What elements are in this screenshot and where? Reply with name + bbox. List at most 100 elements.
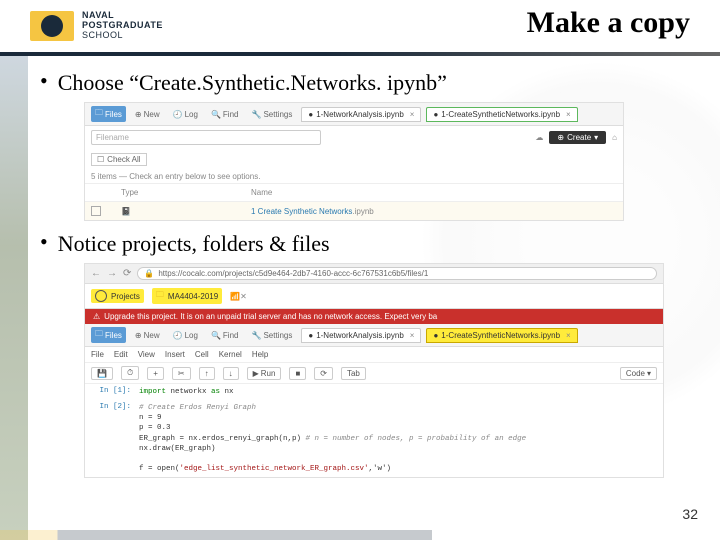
timetravel-icon-button[interactable]: ⏱ xyxy=(121,366,139,380)
table-row[interactable]: 📓 1 Create Synthetic Networks.ipynb xyxy=(85,202,623,220)
bullet-1: • Choose “Create.Synthetic.Networks. ipy… xyxy=(40,70,690,96)
files-label: Files xyxy=(105,331,122,340)
cell1-code: import networkx as nx xyxy=(139,387,657,397)
tab2-label: 1-CreateSyntheticNetworks.ipynb xyxy=(441,110,560,119)
url-bar[interactable]: 🔒 https://cocalc.com/projects/c5d9e464-2… xyxy=(137,267,657,280)
restart-button[interactable]: ⟳ xyxy=(314,367,333,380)
home-icon[interactable]: ⌂ xyxy=(612,133,617,142)
projects-label: Projects xyxy=(111,292,140,301)
settings-label: Settings xyxy=(263,331,292,340)
new-button[interactable]: ⊕New xyxy=(131,330,164,341)
jupyter-action-bar: 💾 ⏱ + ✂ ↑ ↓ ▶ Run ■ ⟳ Tab Code ▾ xyxy=(85,363,663,384)
files-button[interactable]: 🗀Files xyxy=(91,327,126,343)
cocalc-toolbar-2: 🗀Files ⊕New 🕘Log 🔍Find 🔧Settings ●1-Netw… xyxy=(85,324,663,347)
project-name: MA4404-2019 xyxy=(168,292,218,301)
bullet-1-text: Choose “Create.Synthetic.Networks. ipynb… xyxy=(58,70,447,96)
close-icon[interactable]: × xyxy=(566,110,571,119)
run-label: Run xyxy=(261,369,276,378)
tab-button[interactable]: Tab xyxy=(341,367,366,380)
jupyter-icon: ● xyxy=(308,110,313,119)
menu-help[interactable]: Help xyxy=(252,350,268,359)
bullet-dot-icon: • xyxy=(40,231,48,253)
folder-icon: 🗀 xyxy=(156,289,164,303)
bullet-2: • Notice projects, folders & files xyxy=(40,231,690,257)
tab-label: Tab xyxy=(347,369,360,378)
inst-line3: SCHOOL xyxy=(82,31,163,41)
projects-link-highlighted[interactable]: Projects xyxy=(91,289,144,303)
tab-network-analysis[interactable]: ●1-NetworkAnalysis.ipynb× xyxy=(301,107,421,122)
files-label: Files xyxy=(105,110,122,119)
wifi-off-icon: 📶✕ xyxy=(230,292,247,301)
save-icon-button[interactable]: 💾 xyxy=(91,367,113,380)
wrench-icon: 🔧 xyxy=(251,110,261,119)
find-button[interactable]: 🔍Find xyxy=(207,109,243,120)
back-icon[interactable]: ← xyxy=(91,268,101,279)
row-checkbox[interactable] xyxy=(91,206,101,216)
bullet-dot-icon: • xyxy=(40,70,48,92)
menu-cell[interactable]: Cell xyxy=(195,350,209,359)
folder-icon: 🗀 xyxy=(95,328,103,342)
screenshot-files-panel: 🗀Files ⊕New 🕘Log 🔍Find 🔧Settings ●1-Netw… xyxy=(84,102,624,221)
create-label: Create xyxy=(567,133,591,142)
settings-button[interactable]: 🔧Settings xyxy=(247,330,296,341)
cloud-upload-icon[interactable]: ☁ xyxy=(535,133,543,142)
clock-icon: 🕘 xyxy=(173,331,183,340)
add-cell-button[interactable]: + xyxy=(147,367,164,380)
new-button[interactable]: ⊕New xyxy=(131,109,164,120)
log-button[interactable]: 🕘Log xyxy=(169,330,202,341)
folder-icon: 🗀 xyxy=(95,107,103,121)
settings-button[interactable]: 🔧Settings xyxy=(247,109,296,120)
checkall-label: Check All xyxy=(107,155,140,164)
menu-kernel[interactable]: Kernel xyxy=(219,350,242,359)
menu-view[interactable]: View xyxy=(138,350,155,359)
jupyter-file-icon: 📓 xyxy=(121,207,131,216)
move-down-button[interactable]: ↓ xyxy=(223,367,239,380)
browser-nav-bar: ← → ⟳ 🔒 https://cocalc.com/projects/c5d9… xyxy=(85,264,663,284)
cell2-prompt: In [2]: xyxy=(91,403,139,474)
plus-icon: ⊕ xyxy=(135,331,142,340)
check-all-button[interactable]: ☐Check All xyxy=(91,153,147,166)
nps-logo: NAVAL POSTGRADUATE SCHOOL xyxy=(30,11,163,41)
forward-icon[interactable]: → xyxy=(107,268,117,279)
log-button[interactable]: 🕘Log xyxy=(169,109,202,120)
tab-create-synthetic-highlighted[interactable]: ●1-CreateSyntheticNetworks.ipynb× xyxy=(426,328,577,343)
checkbox-icon: ☐ xyxy=(97,155,104,164)
files-button[interactable]: 🗀Files xyxy=(91,106,126,122)
project-name-highlighted[interactable]: 🗀 MA4404-2019 xyxy=(152,288,222,304)
find-button[interactable]: 🔍Find xyxy=(207,330,243,341)
page-number: 32 xyxy=(682,506,698,522)
code-cell-1[interactable]: In [1]: import networkx as nx xyxy=(85,384,663,400)
menu-file[interactable]: File xyxy=(91,350,104,359)
lock-icon: 🔒 xyxy=(144,269,154,278)
cut-button[interactable]: ✂ xyxy=(172,367,191,380)
items-hint: 5 items — Check an entry below to see op… xyxy=(85,170,623,183)
run-button[interactable]: ▶ Run xyxy=(247,367,282,380)
tab-network-analysis[interactable]: ●1-NetworkAnalysis.ipynb × xyxy=(301,328,421,343)
stop-button[interactable]: ■ xyxy=(289,367,306,380)
move-up-button[interactable]: ↑ xyxy=(199,367,215,380)
code-cell-2[interactable]: In [2]: # Create Erdos Renyi Graph n = 9… xyxy=(85,400,663,477)
warning-icon: ⚠ xyxy=(93,312,100,321)
close-icon[interactable]: × xyxy=(410,331,415,340)
search-icon: 🔍 xyxy=(211,331,221,340)
plus-icon: ⊕ xyxy=(135,110,142,119)
tab1-label: 1-NetworkAnalysis.ipynb xyxy=(316,331,404,340)
slide-title: Make a copy xyxy=(527,6,690,40)
menu-insert[interactable]: Insert xyxy=(165,350,185,359)
slide-header: NAVAL POSTGRADUATE SCHOOL Make a copy xyxy=(0,0,720,52)
code-label: Code xyxy=(626,369,645,378)
log-label: Log xyxy=(185,110,198,119)
filename-input[interactable]: Filename xyxy=(91,130,321,145)
jupyter-icon: ● xyxy=(308,331,313,340)
menu-edit[interactable]: Edit xyxy=(114,350,128,359)
wrench-icon: 🔧 xyxy=(251,331,261,340)
close-icon[interactable]: × xyxy=(566,331,571,340)
cell-type-select[interactable]: Code ▾ xyxy=(620,367,657,380)
reload-icon[interactable]: ⟳ xyxy=(123,268,131,279)
create-button[interactable]: ⊕Create▾ xyxy=(549,131,606,144)
file-name-link[interactable]: 1 Create Synthetic Networks xyxy=(251,207,352,216)
filename-row: Filename ☁ ⊕Create▾ ⌂ xyxy=(85,126,623,149)
tab-create-synthetic[interactable]: ●1-CreateSyntheticNetworks.ipynb× xyxy=(426,107,577,122)
institution-name: NAVAL POSTGRADUATE SCHOOL xyxy=(82,11,163,41)
close-icon[interactable]: × xyxy=(410,110,415,119)
